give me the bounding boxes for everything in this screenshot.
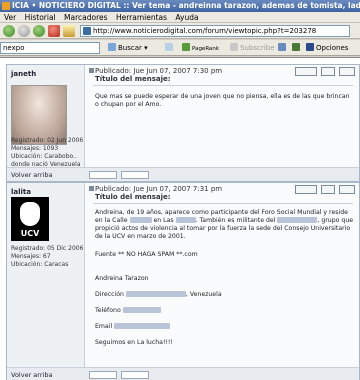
- menu-ayuda[interactable]: Ayuda: [175, 13, 198, 22]
- post-date: Publicado: Jue Jun 07, 2007 7:30 pm: [95, 67, 223, 75]
- redacted-text: [277, 217, 318, 223]
- forum-post: lalita UCV Registrado: 05 Dic 2006 Mensa…: [6, 182, 360, 380]
- search-toolbar: nexpo Buscar ▾ PageRank Subscribe Opcion…: [0, 40, 360, 56]
- avatar-label: UCV: [20, 229, 40, 238]
- pagerank-label: PageRank: [192, 46, 220, 52]
- site-favicon-icon: [83, 27, 91, 35]
- email-label: Email: [95, 323, 113, 330]
- post-address: Dirección , Venezuela: [95, 291, 355, 299]
- back-to-top-link[interactable]: Volver arriba: [11, 171, 52, 179]
- redacted-text: [125, 291, 186, 297]
- menu-herramientas[interactable]: Herramientas: [116, 13, 167, 22]
- quote-button[interactable]: [295, 185, 317, 194]
- toolbar-icon-b: [292, 43, 300, 51]
- post-footer: Volver arriba: [7, 167, 359, 181]
- menu-ver[interactable]: Ver: [4, 13, 16, 22]
- profile-button[interactable]: [89, 171, 117, 179]
- address-country: , Venezuela: [185, 291, 222, 298]
- redacted-text: [175, 217, 196, 223]
- page-content: janeth Registrado: 02 Jun 2006 Mensajes:…: [0, 57, 360, 380]
- address-bar[interactable]: http://www.noticierodigital.com/forum/vi…: [80, 25, 350, 37]
- toolbar-icon-a: [278, 43, 286, 51]
- edit-button[interactable]: [321, 185, 335, 194]
- post-author-name[interactable]: lalita: [11, 188, 31, 196]
- author-registered: Registrado: 05 Dic 2006: [11, 245, 84, 252]
- edit-button[interactable]: [321, 67, 335, 76]
- redacted-text: [129, 217, 152, 223]
- post-author-panel: lalita UCV Registrado: 05 Dic 2006 Mensa…: [7, 183, 85, 367]
- profile-button[interactable]: [89, 371, 117, 379]
- subscribe-label: Subscribe: [240, 44, 275, 52]
- hand-icon: [20, 202, 40, 226]
- post-paragraph-part: en Las: [153, 217, 174, 224]
- window-title-bar: ICIA • NOTICIERO DIGITAL :: Ver tema - a…: [0, 0, 360, 12]
- address-label: Dirección: [95, 291, 124, 298]
- post-body: Publicado: Jue Jun 07, 2007 7:30 pm Títu…: [85, 65, 359, 167]
- toolbar-button-a[interactable]: [278, 43, 288, 53]
- post-title-label: Título del mensaje:: [95, 193, 171, 201]
- post-separator: [93, 85, 353, 86]
- author-messages: Mensajes: 1093: [11, 145, 59, 152]
- author-avatar: [11, 85, 67, 145]
- post-body: Publicado: Jue Jun 07, 2007 7:31 pm Títu…: [85, 183, 359, 367]
- post-text: Andreina, de 19 años, aparece como parti…: [95, 209, 354, 240]
- post-icon: [89, 68, 94, 73]
- post-phone: Teléfono: [95, 307, 355, 315]
- options-button[interactable]: Opciones: [306, 43, 348, 53]
- toolbar-search-input[interactable]: nexpo: [0, 42, 100, 54]
- pm-button[interactable]: [121, 371, 149, 379]
- author-registered: Registrado: 02 Jun 2006: [11, 137, 84, 144]
- post-author-name[interactable]: janeth: [11, 70, 36, 78]
- subscribe-button[interactable]: Subscribe: [230, 43, 274, 53]
- back-arrow-icon[interactable]: [3, 25, 15, 37]
- phone-label: Teléfono: [95, 307, 121, 314]
- author-messages: Mensajes: 67: [11, 253, 51, 260]
- quote-button[interactable]: [295, 67, 317, 76]
- post-closing: Seguimos en La lucha!!!!: [95, 339, 173, 346]
- menu-bar: Ver Historial Marcadores Herramientas Ay…: [0, 12, 360, 23]
- post-icon: [89, 186, 94, 191]
- address-url: http://www.noticierodigital.com/forum/vi…: [93, 27, 317, 35]
- search-button[interactable]: Buscar ▾: [108, 43, 148, 53]
- author-avatar: UCV: [11, 197, 49, 241]
- redacted-text: [122, 307, 161, 313]
- post-name: Andreina Tarazon: [95, 275, 149, 282]
- redacted-text: [114, 323, 171, 329]
- back-to-top-link[interactable]: Volver arriba: [11, 371, 52, 379]
- search-icon: [108, 43, 116, 51]
- navigation-toolbar: http://www.noticierodigital.com/forum/vi…: [0, 23, 360, 39]
- forward-arrow-icon[interactable]: [18, 25, 30, 37]
- post-text: Que mas se puede esperar de una joven qu…: [95, 93, 350, 108]
- post-author-panel: janeth Registrado: 02 Jun 2006 Mensajes:…: [7, 65, 85, 168]
- ip-button[interactable]: [339, 67, 355, 76]
- toolbar-button-b[interactable]: [292, 43, 302, 53]
- search-query-text: nexpo: [3, 44, 25, 52]
- post-email: Email: [95, 323, 355, 331]
- post-title-label: Título del mensaje:: [95, 75, 171, 83]
- ip-button[interactable]: [339, 185, 355, 194]
- pagerank-icon: [182, 43, 190, 51]
- post-paragraph-part: También es militante del: [199, 217, 276, 224]
- menu-historial[interactable]: Historial: [25, 13, 56, 22]
- post-footer: Volver arriba: [7, 367, 359, 380]
- options-label: Opciones: [316, 44, 349, 52]
- post-source: Fuente ** NO HAGA SPAM **.com: [95, 251, 198, 258]
- menu-marcadores[interactable]: Marcadores: [64, 13, 108, 22]
- stop-icon[interactable]: [48, 25, 60, 37]
- post-separator: [93, 203, 353, 204]
- author-location: Ubicación: Caracas: [11, 261, 69, 268]
- reload-icon[interactable]: [33, 25, 45, 37]
- home-icon[interactable]: [63, 25, 75, 37]
- options-icon: [306, 43, 314, 51]
- forum-post: janeth Registrado: 02 Jun 2006 Mensajes:…: [6, 64, 360, 182]
- rss-icon: [230, 43, 238, 51]
- tool-icon: [165, 43, 173, 51]
- window-title: ICIA • NOTICIERO DIGITAL :: Ver tema - a…: [12, 1, 360, 10]
- pm-button[interactable]: [121, 171, 149, 179]
- post-date: Publicado: Jue Jun 07, 2007 7:31 pm: [95, 185, 223, 193]
- toolbar-tool-button[interactable]: [165, 43, 175, 53]
- pagerank-button[interactable]: PageRank: [182, 43, 219, 54]
- browser-icon: [2, 2, 10, 10]
- search-button-label: Buscar: [118, 44, 142, 52]
